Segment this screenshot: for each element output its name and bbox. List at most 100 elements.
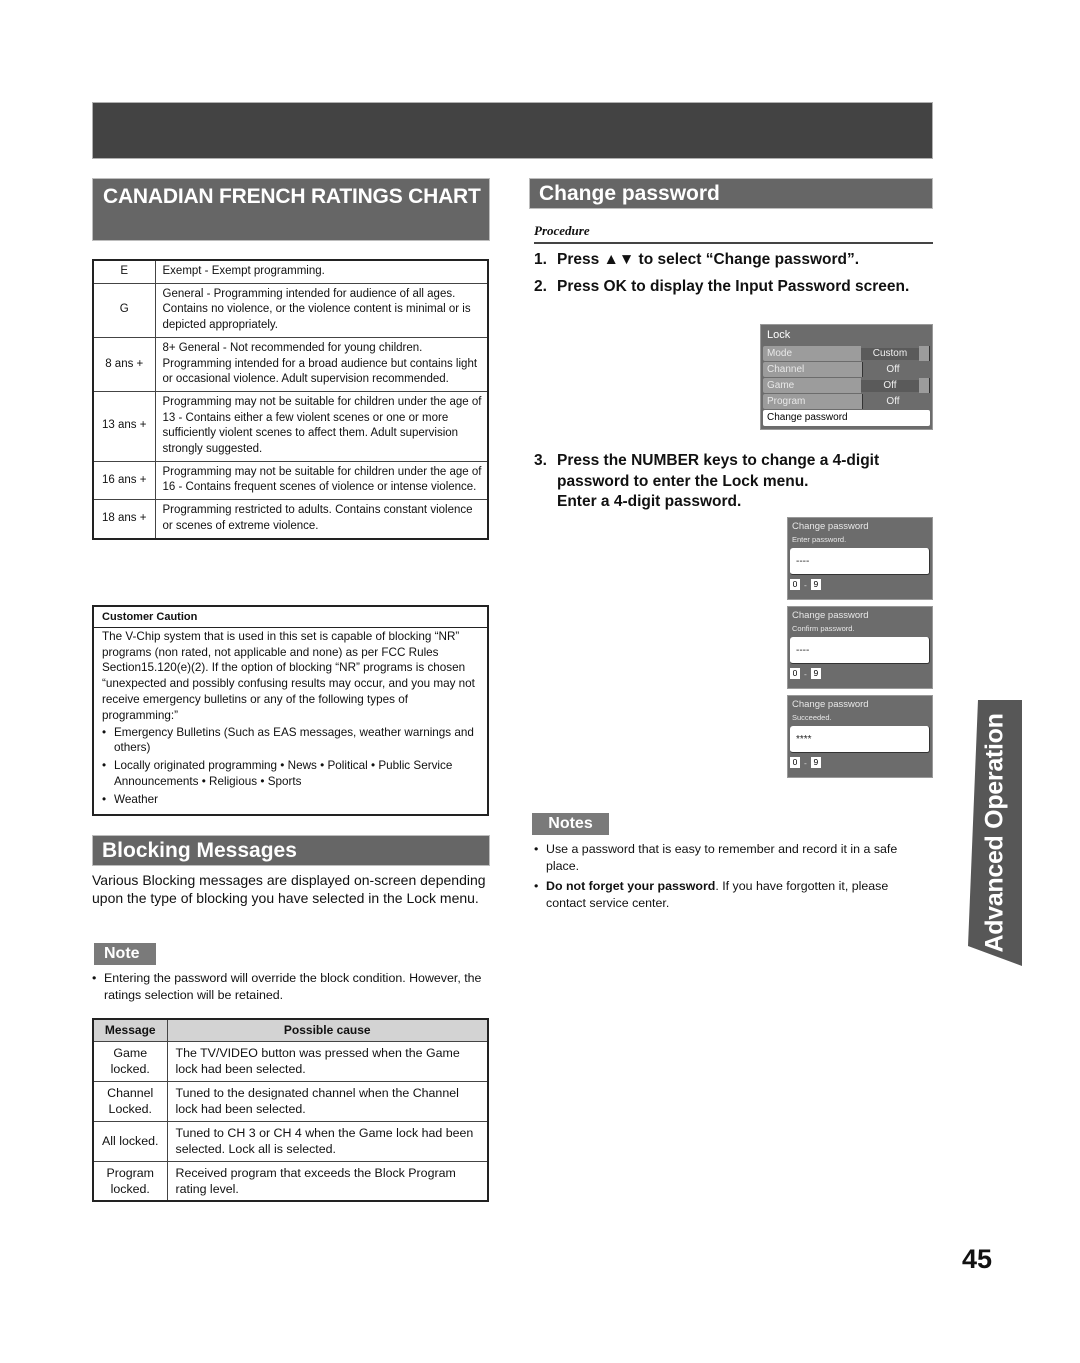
customer-caution-list: • Emergency Bulletins (Such as EAS messag… <box>102 725 481 808</box>
canadian-ratings-header: CANADIAN FRENCH RATINGS CHART <box>92 178 490 241</box>
step-text: Press OK to display the Input Password s… <box>557 278 910 295</box>
procedure-label: Procedure <box>534 223 933 244</box>
range-separator: - <box>804 668 807 679</box>
customer-caution-text: The V-Chip system that is used in this s… <box>102 629 475 722</box>
message-cell: Program locked. <box>92 1160 168 1202</box>
note-badge: Note <box>94 943 156 965</box>
range-separator: - <box>804 757 807 768</box>
step-2: 2. Press OK to display the Input Passwor… <box>534 277 934 298</box>
lock-menu-screen: Lock Mode Custom Channel Off Game Off Pr… <box>760 324 933 430</box>
message-cell: Channel Locked. <box>92 1080 168 1122</box>
side-tab-label: Advanced Operation <box>980 713 1009 953</box>
top-banner <box>92 102 933 159</box>
bullet-icon: • <box>102 792 107 806</box>
table-row: Channel Locked. Tuned to the designated c… <box>92 1080 489 1122</box>
list-item: • Use a password that is easy to remember… <box>534 841 930 875</box>
number-key-range: 0-9 <box>790 668 930 679</box>
number-key-range: 0-9 <box>790 579 930 590</box>
pw-screen-title: Change password <box>792 610 869 621</box>
notes-badge: Notes <box>532 813 609 835</box>
customer-caution-title: Customer Caution <box>94 607 487 628</box>
step-text: Press the NUMBER keys to change a 4-digi… <box>557 452 880 490</box>
list-item-text: Use a password that is easy to remember … <box>546 842 898 873</box>
table-row: 18 ans + Programming restricted to adults… <box>92 499 489 540</box>
key-0: 0 <box>790 579 800 590</box>
key-9: 9 <box>810 668 821 679</box>
pw-screen-prompt: Enter password. <box>792 535 847 544</box>
lock-menu-row-change-password[interactable]: Change password <box>763 410 930 426</box>
table-header-row: Message Possible cause <box>92 1018 489 1042</box>
bullet-icon: • <box>92 971 97 985</box>
cause-cell: Tuned to CH 3 or CH 4 when the Game lock… <box>166 1120 489 1162</box>
rating-code: E <box>92 259 156 284</box>
list-item-text: Locally originated programming • News • … <box>114 759 453 788</box>
rating-description: Programming restricted to adults. Contai… <box>154 499 489 540</box>
list-item-text: Entering the password will override the … <box>104 971 482 1002</box>
rating-description: Exempt - Exempt programming. <box>154 259 489 284</box>
password-field[interactable]: ---- <box>790 548 930 575</box>
list-item: • Emergency Bulletins (Such as EAS messag… <box>102 725 481 757</box>
lock-menu-row-label: Mode <box>763 346 861 361</box>
table-row: G General - Programming intended for audi… <box>92 282 489 338</box>
password-field[interactable]: **** <box>790 726 930 753</box>
key-0: 0 <box>790 757 800 768</box>
bullet-icon: • <box>102 759 107 773</box>
lock-menu-row-value: Custom <box>860 348 920 360</box>
step-text: Press ▲▼ to select “Change password”. <box>557 251 860 268</box>
lock-menu-row-game[interactable]: Game Off <box>763 378 930 393</box>
customer-caution-body: The V-Chip system that is used in this s… <box>94 628 487 814</box>
list-item-text: Emergency Bulletins (Such as EAS message… <box>114 725 474 755</box>
rating-code: 13 ans + <box>92 390 156 462</box>
notes-list: • Use a password that is easy to remember… <box>534 841 930 915</box>
rating-code: 16 ans + <box>92 460 156 501</box>
note-list: • Entering the password will override the… <box>92 970 487 1007</box>
table-row: E Exempt - Exempt programming. <box>92 259 489 284</box>
pw-screen-title: Change password <box>792 699 869 710</box>
rating-code: 18 ans + <box>92 499 156 540</box>
step-number: 1. <box>534 251 547 268</box>
step-1: 1. Press ▲▼ to select “Change password”. <box>534 250 934 271</box>
page-number: 45 <box>962 1244 993 1274</box>
cause-cell: The TV/VIDEO button was pressed when the… <box>166 1040 489 1082</box>
rating-code: 8 ans + <box>92 336 156 392</box>
bullet-icon: • <box>102 725 107 739</box>
blocking-messages-table: Message Possible cause Game locked. The T… <box>92 1018 489 1202</box>
step-number: 3. <box>534 452 547 469</box>
message-cell: All locked. <box>92 1120 168 1162</box>
advanced-operation-tab: Advanced Operation <box>968 700 1022 966</box>
lock-menu-row-program[interactable]: Program Off <box>763 394 930 409</box>
bullet-icon: • <box>534 842 539 856</box>
table-row: 13 ans + Programming may not be suitable … <box>92 390 489 462</box>
table-row: 16 ans + Programming may not be suitable … <box>92 460 489 501</box>
cause-cell: Tuned to the designated channel when the… <box>166 1080 489 1122</box>
step-subtext: Enter a 4-digit password. <box>557 493 742 510</box>
lock-menu-row-label: Program <box>763 394 863 409</box>
lock-menu-row-value: Off <box>886 364 900 375</box>
column-header-message: Message <box>92 1018 168 1042</box>
lock-menu-row-mode[interactable]: Mode Custom <box>763 346 930 361</box>
lock-menu-row-channel[interactable]: Channel Off <box>763 362 930 377</box>
range-separator: - <box>804 579 807 590</box>
lock-menu-row-value: Off <box>886 396 900 407</box>
customer-caution-box: Customer Caution The V-Chip system that … <box>92 605 489 816</box>
key-9: 9 <box>810 757 821 768</box>
column-header-cause: Possible cause <box>166 1018 489 1042</box>
key-9: 9 <box>810 579 821 590</box>
message-cell: Game locked. <box>92 1040 168 1082</box>
list-item: • Do not forget your password. If you hav… <box>534 878 930 912</box>
change-password-header: Change password <box>529 178 933 209</box>
lock-menu-row-value: Off <box>860 380 920 392</box>
table-row: Program locked. Received program that exc… <box>92 1160 489 1202</box>
table-row: All locked. Tuned to CH 3 or CH 4 when th… <box>92 1120 489 1162</box>
password-field[interactable]: ---- <box>790 637 930 664</box>
pw-screen-prompt: Confirm password. <box>792 624 855 633</box>
step-3: 3. Press the NUMBER keys to change a 4-d… <box>534 451 934 513</box>
rating-description: Programming may not be suitable for chil… <box>154 390 489 462</box>
lock-menu-row-label: Game <box>763 378 861 393</box>
pw-screen-title: Change password <box>792 521 869 532</box>
password-succeeded-screen: Change password Succeeded. **** 0-9 <box>787 695 933 778</box>
lock-menu-row-edge <box>919 346 930 361</box>
rating-code: G <box>92 282 156 338</box>
list-item: • Locally originated programming • News •… <box>102 758 481 790</box>
list-item: • Entering the password will override the… <box>92 970 487 1004</box>
